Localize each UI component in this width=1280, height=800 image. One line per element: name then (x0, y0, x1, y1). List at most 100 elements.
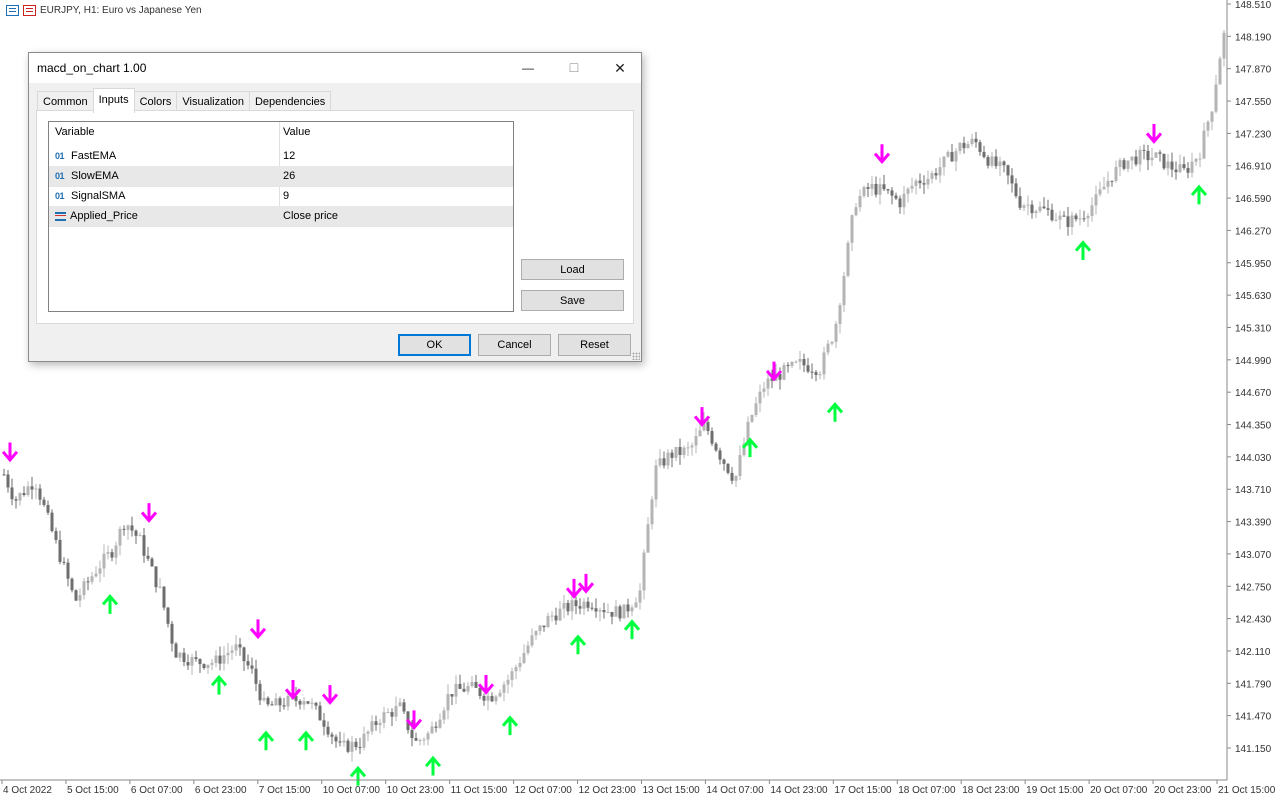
candle-body (766, 378, 770, 389)
candle-body (222, 655, 226, 664)
candle-body (1074, 215, 1078, 220)
candle-body (638, 590, 642, 603)
candle-body (122, 528, 126, 530)
candle-body (826, 343, 830, 353)
candle-body (190, 657, 194, 666)
candle-body (1094, 194, 1098, 206)
candle-body (1214, 84, 1218, 112)
candle-body (1170, 161, 1174, 170)
candle-body (338, 741, 342, 743)
candle-body (1062, 215, 1066, 217)
candle-body (226, 652, 230, 656)
candle-body (958, 142, 962, 151)
tab-common[interactable]: Common (37, 91, 94, 112)
candle-body (526, 645, 530, 654)
candle-body (62, 561, 66, 563)
candle-body (886, 189, 890, 191)
save-button[interactable]: Save (521, 290, 624, 311)
row-divider (49, 226, 513, 227)
tab-colors[interactable]: Colors (133, 91, 178, 112)
price-tick-label: 147.870 (1235, 65, 1272, 76)
input-row-applied-price[interactable]: Applied_Price Close price (49, 206, 513, 226)
candle-body (130, 525, 134, 531)
candle-body (890, 190, 894, 196)
candle-body (346, 740, 350, 752)
candle-body (838, 305, 842, 324)
ok-button[interactable]: OK (398, 334, 471, 356)
load-button[interactable]: Load (521, 259, 624, 280)
dialog-tabs: Common Inputs Colors Visualization Depen… (37, 88, 332, 113)
price-tick-label: 141.790 (1235, 679, 1272, 690)
candle-body (1058, 215, 1062, 220)
candle-body (594, 608, 598, 612)
input-row-fastema[interactable]: 01 FastEMA 12 (49, 146, 513, 166)
dialog-titlebar[interactable]: macd_on_chart 1.00 — ☐ ✕ (29, 53, 641, 83)
reset-button[interactable]: Reset (558, 334, 631, 356)
variable-column-header[interactable]: Variable (55, 126, 95, 138)
candle-body (934, 173, 938, 176)
variable-value[interactable]: 9 (283, 190, 289, 202)
variable-value[interactable]: 12 (283, 150, 295, 162)
price-tick-label: 143.390 (1235, 518, 1272, 529)
chart-title-text: EURJPY, H1: Euro vs Japanese Yen (40, 5, 202, 16)
candle-body (734, 475, 738, 481)
variable-value[interactable]: 26 (283, 170, 295, 182)
candle-body (362, 733, 366, 748)
candle-body (82, 581, 86, 596)
chart-window-icon[interactable] (6, 5, 19, 16)
tab-inputs[interactable]: Inputs (92, 88, 135, 113)
maximize-icon: ☐ (568, 61, 580, 75)
candle-body (1006, 165, 1010, 176)
candle-body (242, 647, 246, 662)
candle-body (174, 643, 178, 658)
maximize-button[interactable]: ☐ (551, 53, 597, 83)
input-row-slowema[interactable]: 01 SlowEMA 26 (49, 166, 513, 186)
candle-body (950, 151, 954, 162)
candle-body (1174, 169, 1178, 173)
candle-body (194, 657, 198, 660)
candle-body (94, 573, 98, 577)
candle-body (754, 403, 758, 415)
candle-body (662, 458, 666, 466)
candle-body (178, 652, 182, 658)
minimize-icon: — (522, 61, 534, 75)
candle-body (402, 702, 406, 712)
time-tick-label: 17 Oct 15:00 (834, 785, 892, 796)
candle-body (262, 697, 266, 701)
candle-body (914, 180, 918, 186)
value-column-header[interactable]: Value (283, 126, 310, 138)
candle-body (38, 488, 42, 500)
candle-body (474, 682, 478, 688)
resize-grip[interactable] (632, 352, 640, 360)
candle-body (438, 719, 442, 728)
trade-icon[interactable] (23, 5, 36, 16)
candle-body (1114, 166, 1118, 181)
cancel-button[interactable]: Cancel (478, 334, 551, 356)
indicator-properties-dialog: macd_on_chart 1.00 — ☐ ✕ Common Inputs C… (28, 52, 642, 362)
tab-dependencies[interactable]: Dependencies (248, 91, 332, 112)
candle-body (790, 361, 794, 366)
tab-visualization[interactable]: Visualization (176, 91, 250, 112)
close-button[interactable]: ✕ (597, 53, 643, 83)
candle-body (718, 450, 722, 460)
chart-title: EURJPY, H1: Euro vs Japanese Yen (6, 5, 202, 16)
variable-value[interactable]: Close price (283, 210, 338, 222)
price-tick-label: 146.590 (1235, 194, 1272, 205)
candle-body (6, 474, 10, 488)
candle-body (506, 679, 510, 685)
candle-body (150, 558, 154, 567)
candle-body (1166, 161, 1170, 169)
candle-body (998, 161, 1002, 167)
price-tick-label: 145.950 (1235, 259, 1272, 270)
candle-body (1098, 189, 1102, 195)
candle-body (730, 472, 734, 481)
time-tick-label: 13 Oct 15:00 (642, 785, 700, 796)
candle-body (186, 662, 190, 666)
candle-body (394, 705, 398, 717)
input-row-signalsma[interactable]: 01 SignalSMA 9 (49, 186, 513, 206)
candle-body (326, 726, 330, 735)
candle-body (106, 552, 110, 554)
minimize-button[interactable]: — (505, 53, 551, 83)
candle-body (1194, 158, 1198, 162)
candle-body (574, 600, 578, 607)
